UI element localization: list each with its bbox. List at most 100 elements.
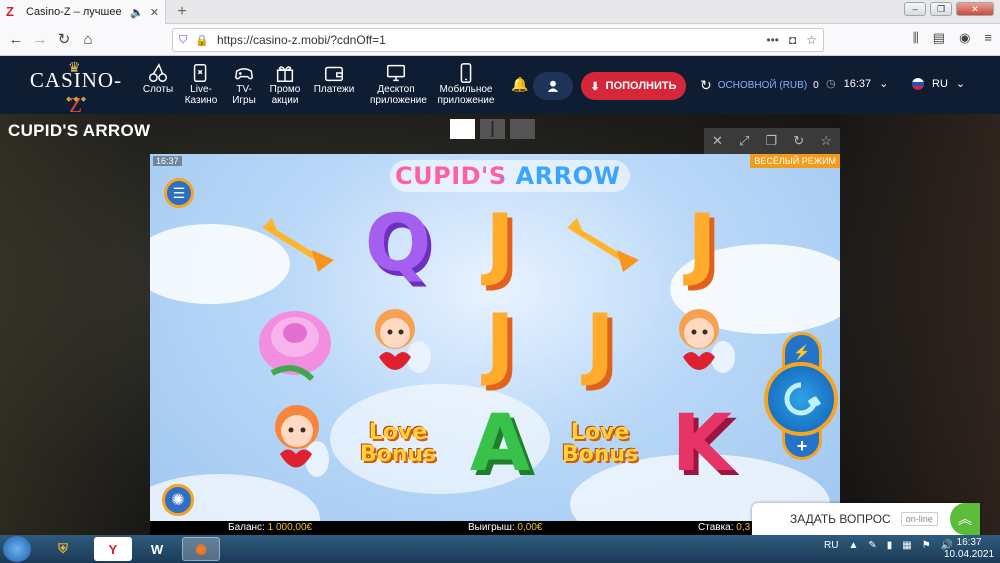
nav-tv-games[interactable]: TV-Игры	[229, 62, 259, 106]
bell-icon[interactable]: 🔔	[511, 76, 528, 93]
game-menu-button[interactable]: ☰	[164, 178, 194, 208]
speaker-icon[interactable]: 🔈	[130, 6, 144, 19]
slot-reels: Q Love Bonus J J A J Love Bonus J K	[245, 199, 755, 535]
maximize-button[interactable]: ❐	[930, 2, 952, 16]
taskbar-app-mascot-icon[interactable]: ⛨	[44, 537, 82, 561]
game-logo: CUPID'S ARROW	[395, 162, 621, 190]
new-tab-button[interactable]: +	[172, 2, 192, 22]
nav-mobile-app[interactable]: Мобильное приложение	[437, 62, 495, 106]
chevron-down-icon: ⌄	[879, 78, 889, 90]
symbol-k: K	[657, 399, 747, 489]
shield-icon[interactable]: ⛉	[179, 34, 187, 47]
tab-close-icon[interactable]: ✕	[150, 6, 159, 19]
letter-j: J	[485, 299, 515, 389]
forward-arrow-icon[interactable]: →	[30, 30, 50, 50]
game-frame[interactable]: 16:37 ВЕСЁЛЫЙ РЕЖИМ CUPID'S ARROW ☰ ✺ Q …	[150, 154, 840, 535]
tray-pen-icon[interactable]: ✎	[868, 540, 876, 551]
popout-icon[interactable]: ❐	[766, 133, 778, 149]
system-tray: RU ▲ ✎ ▮ ▦ ⚑ 🔊	[824, 540, 953, 551]
cupid-boy-icon	[375, 309, 431, 373]
topup-button[interactable]: ⬇ ПОПОЛНИТЬ	[581, 72, 686, 100]
cupid-girl-icon	[275, 405, 329, 477]
favorite-star-icon[interactable]: ☆	[820, 133, 832, 149]
tray-flag-icon[interactable]: ⚑	[922, 540, 931, 551]
tab-title: Casino-Z – лучшее онлайн	[26, 6, 124, 18]
tray-signal-icon[interactable]: ▮	[887, 540, 893, 551]
letter-k: K	[671, 399, 733, 489]
url-text[interactable]: https://casino-z.mobi/?cdnOff=1	[217, 33, 758, 47]
user-profile-button[interactable]	[533, 72, 573, 100]
game-win: Выигрыш: 0,00€	[468, 522, 543, 533]
layout-single-button[interactable]	[450, 119, 475, 139]
turbo-button[interactable]: ⚡	[790, 340, 814, 364]
chevron-up-icon[interactable]: ︽	[950, 503, 980, 535]
more-dots-icon[interactable]: •••	[766, 33, 779, 47]
gamepad-icon	[234, 68, 254, 80]
refresh-icon[interactable]: ↻	[700, 77, 712, 94]
layout-switcher	[450, 119, 535, 139]
address-bar[interactable]: ⛉ 🔒 https://casino-z.mobi/?cdnOff=1 ••• …	[172, 28, 824, 52]
language-selector[interactable]: RU ⌄	[912, 77, 965, 90]
casino-z-logo[interactable]: ♛ CASINO-Z ◆◆◆	[26, 61, 126, 117]
online-status-badge: on-line	[900, 512, 938, 526]
autoplay-settings-button[interactable]: ✺	[162, 484, 194, 516]
arrow-icon	[567, 218, 639, 272]
pocket-icon[interactable]: ◘	[789, 33, 796, 47]
fullscreen-icon[interactable]: ⤢	[739, 133, 749, 149]
tray-up-arrow-icon[interactable]: ▲	[848, 540, 858, 551]
window-controls: – ❐ ✕	[904, 2, 994, 16]
taskbar-w-app-icon[interactable]: W	[138, 537, 176, 561]
lock-icon[interactable]: 🔒	[195, 34, 209, 47]
library-icon[interactable]: ⫼	[913, 30, 919, 46]
game-balance: Баланс: 1 000,00€	[228, 522, 313, 533]
taskbar-firefox-icon[interactable]: ◉	[182, 537, 220, 561]
game-title: CUPID'S ARROW	[8, 121, 151, 140]
nav-desktop-app[interactable]: Десктоп приложение	[370, 62, 427, 106]
layout-double-button[interactable]	[480, 119, 505, 139]
letter-j: J	[485, 199, 515, 289]
reload-icon[interactable]: ↻	[54, 30, 74, 50]
browser-tab[interactable]: Z Casino-Z – лучшее онлайн 🔈 ✕	[0, 0, 166, 24]
game-clock: 16:37	[153, 156, 182, 166]
balance-selector[interactable]: ↻ ОСНОВНОЙ (RUB) 0	[700, 77, 819, 94]
spin-arrow-icon	[784, 382, 822, 416]
symbol-j: J	[657, 199, 747, 289]
reload-icon[interactable]: ↻	[793, 133, 804, 149]
list-menu-icon: ☰	[172, 184, 186, 201]
ask-question-widget[interactable]: ЗАДАТЬ ВОПРОС on-line ︽	[752, 503, 980, 535]
symbol-love-bonus: Love Bonus	[359, 420, 437, 467]
letter-j: J	[687, 199, 717, 289]
nav-slots[interactable]: Слоты	[143, 62, 173, 95]
tray-network-icon[interactable]: ▦	[902, 540, 911, 551]
symbol-arrow	[250, 199, 340, 289]
window-close-button[interactable]: ✕	[956, 2, 994, 16]
back-arrow-icon[interactable]: ←	[6, 30, 26, 50]
spin-button[interactable]	[764, 362, 838, 436]
symbol-a: A	[455, 399, 545, 489]
nav-promo[interactable]: Промо акции	[268, 62, 302, 106]
layout-quad-button[interactable]	[510, 119, 535, 139]
taskbar-clock[interactable]: 16:37 10.04.2021	[944, 537, 994, 561]
site-header: ♛ CASINO-Z ◆◆◆ Слоты Live-Казино TV-Игры…	[0, 56, 1000, 117]
tray-language[interactable]: RU	[824, 540, 838, 551]
bookmark-star-icon[interactable]: ☆	[806, 33, 817, 47]
rose-icon	[259, 311, 331, 382]
windows-start-button[interactable]	[3, 536, 31, 562]
lightning-icon: ⚡	[793, 344, 811, 360]
desktop-icon	[387, 64, 405, 82]
fun-mode-badge: ВЕСЁЛЫЙ РЕЖИМ	[750, 154, 840, 168]
minimize-button[interactable]: –	[904, 2, 926, 16]
nav-payments[interactable]: Платежи	[313, 62, 355, 95]
menu-icon[interactable]: ≡	[984, 30, 992, 46]
symbol-j: J	[455, 199, 545, 289]
home-icon[interactable]: ⌂	[78, 30, 98, 50]
time-display[interactable]: ◷ 16:37 ⌄	[826, 77, 889, 91]
symbol-arrow	[555, 199, 645, 289]
taskbar-yandex-icon[interactable]: Y	[94, 537, 132, 561]
increase-bet-button[interactable]: +	[790, 434, 814, 458]
nav-live-casino[interactable]: Live-Казино	[183, 62, 219, 106]
account-icon[interactable]: ◉	[959, 30, 970, 46]
close-icon[interactable]: ✕	[712, 133, 723, 149]
sidebar-icon[interactable]: ▤	[933, 30, 945, 46]
download-icon: ⬇	[590, 80, 600, 93]
